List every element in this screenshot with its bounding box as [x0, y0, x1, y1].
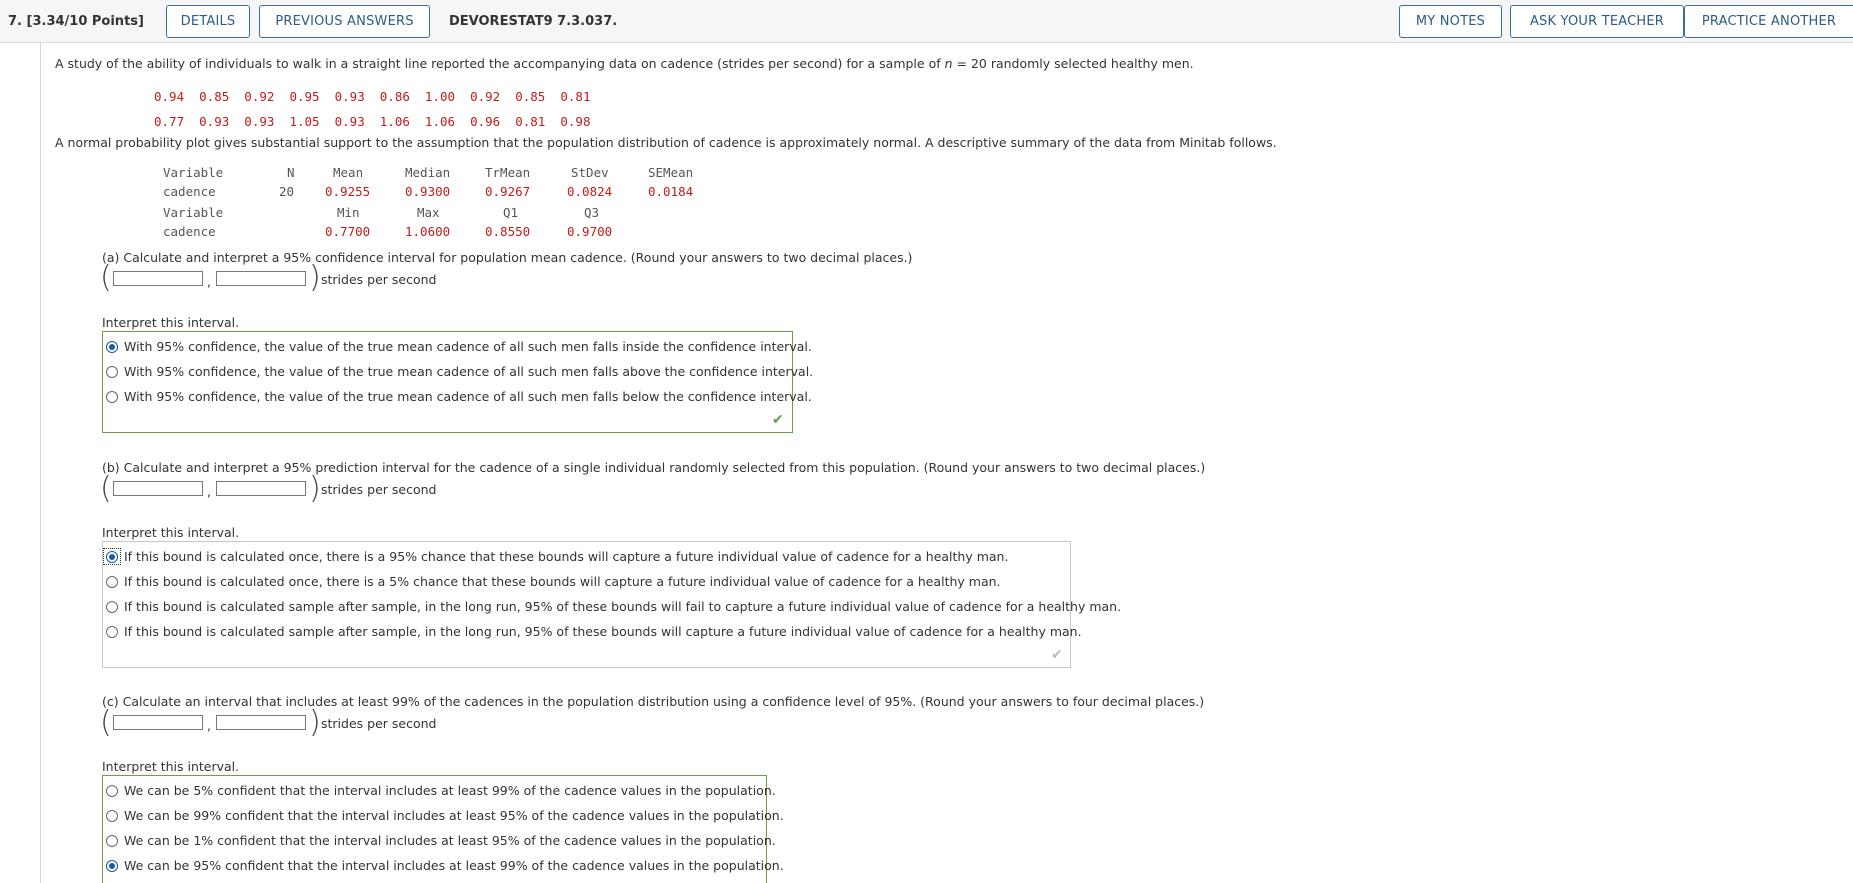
intro-text: A study of the ability of individuals to…: [55, 56, 1194, 71]
part-b-option-1-radio[interactable]: [106, 551, 118, 563]
part-c-units: strides per second: [321, 716, 437, 731]
part-b-paren-close: ): [309, 471, 321, 506]
part-a-upper-input[interactable]: [216, 271, 306, 286]
details-button[interactable]: DETAILS: [166, 5, 250, 38]
summary-value-n: 20: [279, 184, 295, 199]
part-a-prompt: (a) Calculate and interpret a 95% confid…: [102, 250, 913, 265]
part-c-prompt: (c) Calculate an interval that includes …: [102, 694, 1205, 709]
part-b-comma: ,: [207, 484, 211, 499]
data-row-1: 0.94 0.85 0.92 0.95 0.93 0.86 1.00 0.92 …: [154, 89, 591, 104]
part-b-option-3-radio[interactable]: [106, 601, 118, 613]
part-c-option-1-radio[interactable]: [106, 785, 118, 797]
part-b-prompt: (b) Calculate and interpret a 95% predic…: [102, 460, 1206, 475]
question-number: 7. [3.34/10 Points]: [8, 14, 144, 29]
part-b-interpret-label: Interpret this interval.: [102, 525, 240, 540]
checkmark-icon: ✔: [1051, 647, 1063, 663]
my-notes-button[interactable]: MY NOTES: [1399, 5, 1502, 38]
part-b-option-2-label[interactable]: If this bound is calculated once, there …: [124, 574, 1001, 589]
summary-header-q1: Q1: [503, 205, 519, 220]
summary-header-n: N: [287, 165, 295, 180]
summary-header-min: Min: [337, 205, 360, 220]
part-b-upper-input[interactable]: [216, 481, 306, 496]
summary-header-trmean: TrMean: [485, 165, 531, 180]
part-a-option-3-radio[interactable]: [106, 391, 118, 403]
part-a-option-1-label[interactable]: With 95% confidence, the value of the tr…: [124, 339, 812, 354]
summary-value-min: 0.7700: [325, 224, 371, 239]
part-c-interpret-label: Interpret this interval.: [102, 759, 240, 774]
practice-another-button[interactable]: PRACTICE ANOTHER: [1684, 5, 1853, 38]
part-c-lower-input[interactable]: [113, 715, 203, 730]
summary-variable-cadence: cadence: [163, 184, 216, 199]
content-left-border: [40, 43, 41, 883]
part-b-lower-input[interactable]: [113, 481, 203, 496]
part-a-option-2-label[interactable]: With 95% confidence, the value of the tr…: [124, 364, 813, 379]
part-a-option-3-label[interactable]: With 95% confidence, the value of the tr…: [124, 389, 812, 404]
assignment-code: DEVORESTAT9 7.3.037.: [449, 14, 618, 29]
summary-value-semean: 0.0184: [648, 184, 694, 199]
part-b-option-3-label[interactable]: If this bound is calculated sample after…: [124, 599, 1121, 614]
part-a-interpret-label: Interpret this interval.: [102, 315, 240, 330]
summary-value-q1: 0.8550: [485, 224, 531, 239]
part-b-option-2-radio[interactable]: [106, 576, 118, 588]
summary-value-max: 1.0600: [405, 224, 451, 239]
part-a-lower-input[interactable]: [113, 271, 203, 286]
summary-value-q3: 0.9700: [567, 224, 613, 239]
part-c-option-2-radio[interactable]: [106, 810, 118, 822]
summary-value-stdev: 0.0824: [567, 184, 613, 199]
part-a-paren-close: ): [309, 260, 321, 295]
summary-variable-cadence-2: cadence: [163, 224, 216, 239]
summary-header-stdev: StDev: [571, 165, 609, 180]
summary-value-trmean: 0.9267: [485, 184, 531, 199]
part-b-paren-open: (: [100, 471, 112, 506]
summary-value-mean: 0.9255: [325, 184, 371, 199]
checkmark-icon: ✔: [772, 412, 784, 428]
part-b-option-4-label[interactable]: If this bound is calculated sample after…: [124, 624, 1082, 639]
part-b-option-4-radio[interactable]: [106, 626, 118, 638]
summary-header-variable: Variable: [163, 165, 224, 180]
part-c-paren-open: (: [100, 705, 112, 740]
data-row-2: 0.77 0.93 0.93 1.05 0.93 1.06 1.06 0.96 …: [154, 114, 591, 129]
part-c-paren-close: ): [309, 705, 321, 740]
part-a-option-1-radio[interactable]: [106, 341, 118, 353]
summary-header-variable-2: Variable: [163, 205, 224, 220]
part-c-option-2-label[interactable]: We can be 99% confident that the interva…: [124, 808, 784, 823]
part-c-option-4-radio[interactable]: [106, 860, 118, 872]
summary-header-max: Max: [417, 205, 440, 220]
previous-answers-button[interactable]: PREVIOUS ANSWERS: [259, 5, 430, 38]
part-c-upper-input[interactable]: [216, 715, 306, 730]
part-c-option-4-label[interactable]: We can be 95% confident that the interva…: [124, 858, 784, 873]
summary-header-median: Median: [405, 165, 451, 180]
part-a-comma: ,: [207, 274, 211, 289]
part-b-option-1-label[interactable]: If this bound is calculated once, there …: [124, 549, 1008, 564]
part-a-units: strides per second: [321, 272, 437, 287]
normal-plot-text: A normal probability plot gives substant…: [55, 135, 1277, 150]
part-a-paren-open: (: [100, 260, 112, 295]
summary-header-semean: SEMean: [648, 165, 694, 180]
part-a-option-2-radio[interactable]: [106, 366, 118, 378]
part-c-option-3-label[interactable]: We can be 1% confident that the interval…: [124, 833, 776, 848]
ask-teacher-button[interactable]: ASK YOUR TEACHER: [1510, 5, 1684, 38]
question-header: 7. [3.34/10 Points] DETAILS PREVIOUS ANS…: [0, 0, 1853, 43]
part-b-units: strides per second: [321, 482, 437, 497]
summary-header-mean: Mean: [333, 165, 364, 180]
part-c-option-1-label[interactable]: We can be 5% confident that the interval…: [124, 783, 776, 798]
part-c-comma: ,: [207, 718, 211, 733]
part-c-option-3-radio[interactable]: [106, 835, 118, 847]
summary-header-q3: Q3: [584, 205, 600, 220]
summary-value-median: 0.9300: [405, 184, 451, 199]
